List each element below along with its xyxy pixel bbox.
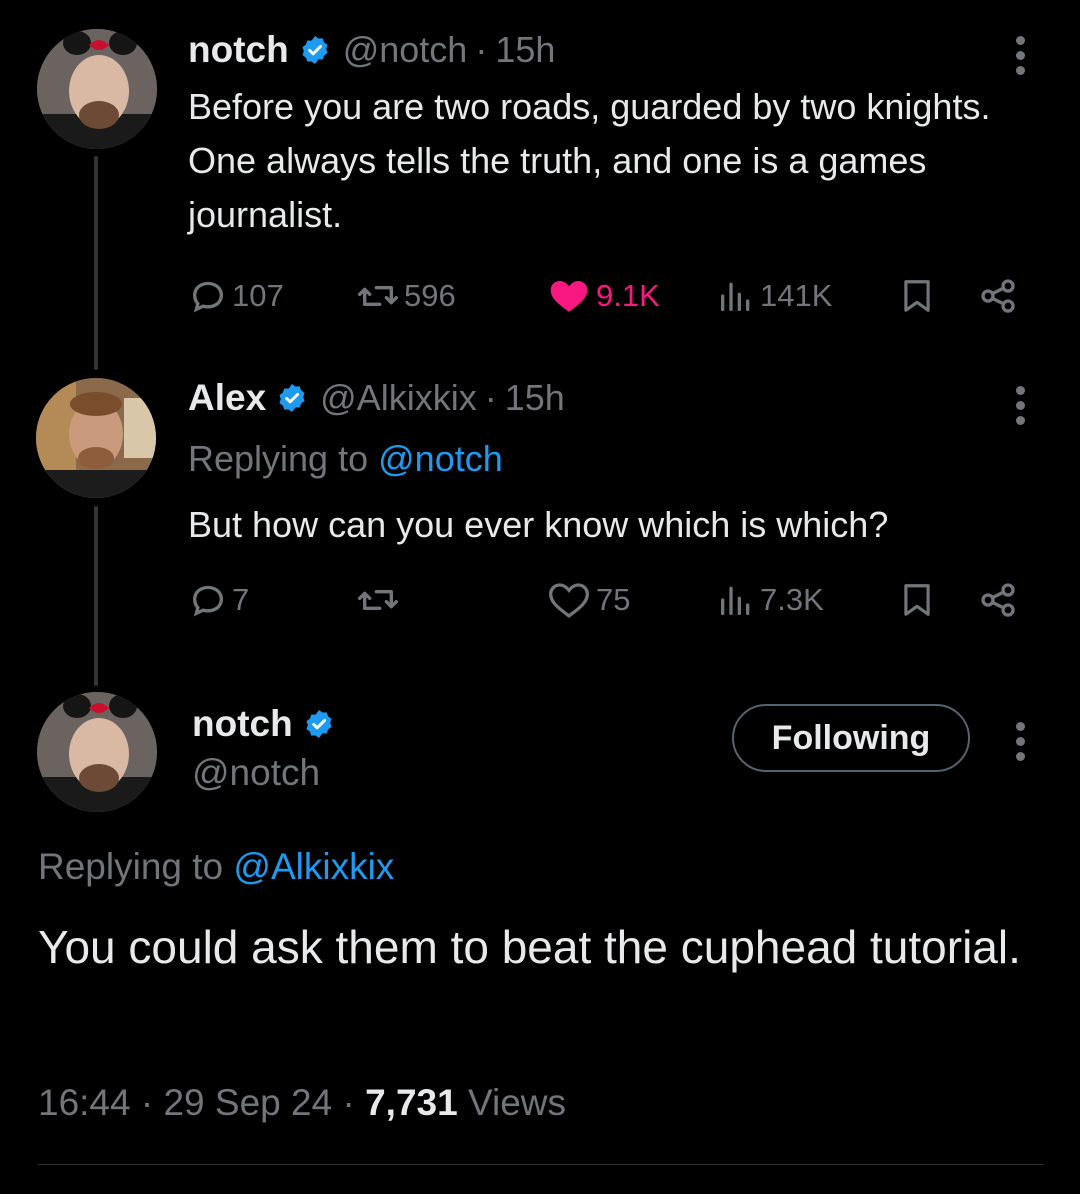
share-button[interactable] <box>978 580 1022 620</box>
views-label: Views <box>467 1082 566 1123</box>
handle[interactable]: @Alkixkix <box>320 377 477 419</box>
repost-button[interactable]: 596 <box>356 276 456 316</box>
tweet-text: Before you are two roads, guarded by two… <box>188 86 991 235</box>
verified-icon <box>279 384 305 412</box>
timestamp[interactable]: 15h <box>505 377 565 419</box>
replying-to-mention[interactable]: @Alkixkix <box>233 846 394 887</box>
tweet-text: But how can you ever know which is which… <box>188 504 889 545</box>
separator: · <box>484 377 497 418</box>
reply-count: 107 <box>232 278 284 313</box>
views-count: 7,731 <box>365 1082 458 1123</box>
thread-line <box>94 156 98 370</box>
repost-icon <box>357 286 398 306</box>
reply-button[interactable]: 7 <box>188 580 249 620</box>
tweet-header: Alex @Alkixkix · 15h <box>188 374 565 422</box>
share-icon <box>981 583 1015 617</box>
views-icon <box>721 586 750 615</box>
post-date[interactable]: 29 Sep 24 <box>163 1082 332 1123</box>
bookmark-icon <box>904 584 930 616</box>
tweet-header: notch @notch · 15h <box>188 26 555 74</box>
reply-icon <box>192 585 224 617</box>
timestamp[interactable]: 15h <box>495 29 555 71</box>
handle[interactable]: @notch <box>343 29 468 71</box>
share-button[interactable] <box>978 276 1022 316</box>
like-button[interactable]: 75 <box>546 580 630 620</box>
views-count: 7.3K <box>760 582 824 617</box>
display-name[interactable]: Alex <box>188 377 266 419</box>
separator: · <box>342 1082 355 1123</box>
separator: · <box>140 1082 154 1123</box>
reply-count: 7 <box>232 582 250 617</box>
heart-filled-icon <box>550 281 588 312</box>
bookmark-button[interactable] <box>898 276 940 316</box>
heart-icon <box>548 583 590 618</box>
author-name-row: notch <box>192 700 335 748</box>
share-icon <box>981 279 1015 313</box>
replying-to-mention[interactable]: @notch <box>378 438 503 479</box>
bookmark-icon <box>904 280 930 312</box>
divider <box>38 1164 1044 1165</box>
display-name[interactable]: notch <box>188 29 289 71</box>
avatar-notch[interactable] <box>37 29 157 149</box>
verified-icon <box>302 36 328 64</box>
display-name[interactable]: notch <box>192 703 293 745</box>
tweet-actions: 7 75 7.3K <box>188 576 1028 626</box>
replying-to-label: Replying to <box>188 438 369 479</box>
bookmark-button[interactable] <box>898 580 940 620</box>
separator: · <box>475 29 488 70</box>
post-time[interactable]: 16:44 <box>38 1082 131 1123</box>
more-options-icon[interactable] <box>1016 722 1026 767</box>
more-options-icon[interactable] <box>1016 36 1026 81</box>
handle[interactable]: @notch <box>192 752 320 794</box>
views-button[interactable]: 141K <box>716 276 832 316</box>
main-tweet-text: You could ask them to beat the cuphead t… <box>38 921 1021 973</box>
views-count: 141K <box>760 278 833 313</box>
reply-button[interactable]: 107 <box>188 276 284 316</box>
views-button[interactable]: 7.3K <box>716 580 824 620</box>
replying-to: Replying to @Alkixkix <box>38 846 394 888</box>
repost-button[interactable] <box>356 580 404 620</box>
following-button[interactable]: Following <box>732 704 970 772</box>
like-button[interactable]: 9.1K <box>546 276 660 316</box>
more-options-icon[interactable] <box>1016 386 1026 431</box>
tweet-actions: 107 596 9.1K 141K <box>188 272 1028 322</box>
repost-icon <box>357 590 398 610</box>
avatar-notch[interactable] <box>37 692 157 812</box>
thread-line <box>94 506 98 686</box>
like-count: 75 <box>596 582 631 617</box>
replying-to-label: Replying to <box>38 846 224 887</box>
verified-icon <box>306 710 332 738</box>
repost-count: 596 <box>404 278 456 313</box>
views-icon <box>721 282 750 311</box>
like-count: 9.1K <box>596 278 660 313</box>
replying-to: Replying to @notch <box>188 438 503 480</box>
reply-icon <box>192 281 224 313</box>
avatar-alex[interactable] <box>36 378 156 498</box>
tweet-meta: 16:44 · 29 Sep 24 · 7,731 Views <box>38 1082 566 1124</box>
